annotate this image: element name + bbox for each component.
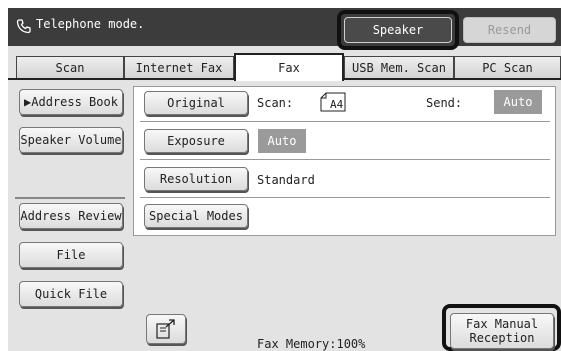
tab-fax[interactable]: Fax: [234, 53, 344, 81]
telephone-mode-label: Telephone mode.: [36, 17, 145, 31]
row-separator: [140, 159, 550, 160]
scan-label: Scan:: [257, 96, 294, 110]
speaker-button[interactable]: Speaker: [344, 17, 452, 43]
sidebar-divider: [15, 197, 125, 199]
resolution-value: Standard: [257, 173, 315, 187]
tab-internet-fax[interactable]: Internet Fax: [124, 56, 234, 78]
row-separator: [140, 121, 550, 122]
scan-size-value: A4: [330, 98, 344, 111]
row-separator: [140, 197, 550, 198]
address-book-button[interactable]: ▶Address Book: [19, 89, 123, 115]
exposure-auto-badge: Auto: [258, 129, 306, 153]
exposure-button[interactable]: Exposure: [144, 129, 248, 153]
special-modes-button[interactable]: Special Modes: [144, 204, 248, 228]
fax-manual-reception-line2: Reception: [469, 331, 535, 345]
send-auto-badge: Auto: [494, 90, 542, 114]
document-arrow-icon: [156, 319, 175, 339]
tab-usb-mem-scan[interactable]: USB Mem. Scan: [344, 56, 454, 78]
fax-manual-reception-line1: Fax Manual: [465, 317, 539, 331]
quick-file-button[interactable]: Quick File: [19, 281, 123, 307]
fax-manual-reception-button[interactable]: Fax Manual Reception: [450, 313, 554, 349]
file-button[interactable]: File: [19, 242, 123, 268]
fax-memory-status: Fax Memory:100%: [257, 337, 366, 351]
telephone-icon: [16, 19, 31, 34]
address-review-button[interactable]: Address Review: [19, 203, 123, 229]
document-export-button[interactable]: [146, 314, 186, 344]
speaker-volume-button[interactable]: Speaker Volume: [19, 127, 123, 153]
original-button[interactable]: Original: [144, 91, 248, 115]
resolution-button[interactable]: Resolution: [144, 167, 248, 191]
tab-scan[interactable]: Scan: [16, 56, 124, 78]
resend-button[interactable]: Resend: [463, 17, 556, 43]
tab-pc-scan[interactable]: PC Scan: [454, 56, 561, 78]
send-label: Send:: [426, 96, 463, 110]
